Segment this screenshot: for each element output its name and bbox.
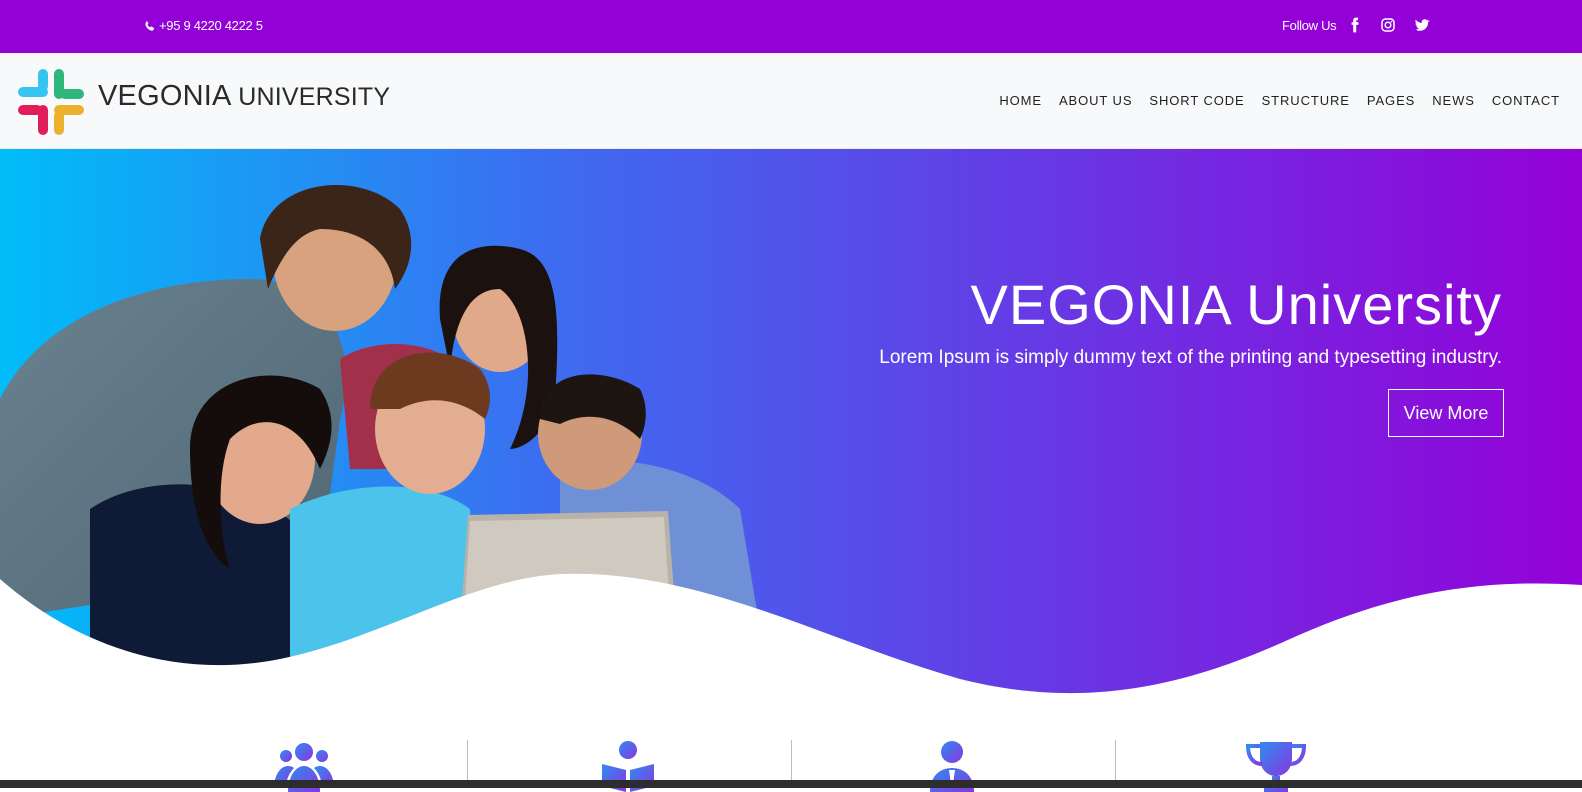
brand-name[interactable]: VEGONIA UNIVERSITY [98,80,390,113]
main-navbar: VEGONIA UNIVERSITY HOME ABOUT US SHORT C… [0,53,1582,149]
nav-contact[interactable]: CONTACT [1492,93,1560,108]
follow-us-label: Follow Us [1282,18,1337,33]
phone-number: +95 9 4220 4222 5 [159,18,263,33]
hero-banner: VEGONIA University Lorem Ipsum is simply… [0,149,1582,709]
main-nav: HOME ABOUT US SHORT CODE STRUCTURE PAGES… [999,93,1560,108]
nav-structure[interactable]: STRUCTURE [1262,93,1350,108]
brand-name-secondary: UNIVERSITY [238,83,391,111]
features-row [0,728,1582,792]
instagram-icon[interactable] [1380,17,1396,33]
logo-icon[interactable] [16,67,86,137]
nav-pages[interactable]: PAGES [1367,93,1415,108]
facebook-icon[interactable] [1347,17,1363,33]
nav-short-code[interactable]: SHORT CODE [1149,93,1244,108]
os-taskbar [0,780,1582,788]
twitter-icon[interactable] [1414,17,1430,33]
hero-subtitle: Lorem Ipsum is simply dummy text of the … [879,347,1502,368]
phone-contact[interactable]: +95 9 4220 4222 5 [144,18,263,33]
view-more-button[interactable]: View More [1388,389,1504,437]
nav-home[interactable]: HOME [999,93,1042,108]
nav-about-us[interactable]: ABOUT US [1059,93,1132,108]
phone-icon [145,20,155,31]
brand-name-primary: VEGONIA [98,80,230,112]
hero-title: VEGONIA University [970,273,1502,336]
top-bar: +95 9 4220 4222 5 Follow Us [0,0,1582,53]
nav-news[interactable]: NEWS [1432,93,1475,108]
hero-background [0,149,1582,709]
